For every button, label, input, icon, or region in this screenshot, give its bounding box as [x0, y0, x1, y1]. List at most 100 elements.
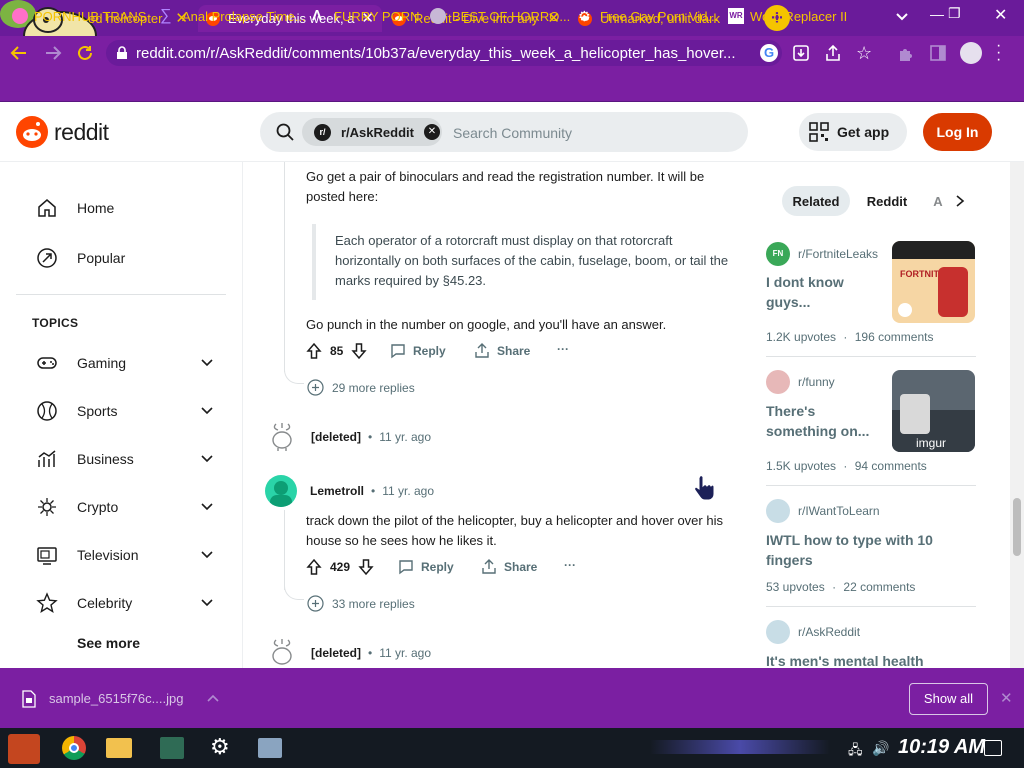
upvote-icon[interactable] [306, 342, 322, 360]
side-panel-icon[interactable] [930, 45, 946, 61]
chevron-down-icon[interactable] [200, 596, 214, 610]
chrome-taskbar-icon[interactable] [62, 736, 86, 760]
related-post-thumbnail[interactable]: imgur [892, 370, 975, 452]
install-icon[interactable] [792, 44, 810, 62]
taskbar-clock[interactable]: 10:19 AM [898, 736, 985, 759]
notification-icon[interactable] [984, 740, 1002, 756]
bookmark-item[interactable]: PORNHUB TRANS [12, 8, 146, 24]
related-post-subreddit[interactable]: r/funny [766, 370, 835, 394]
share-button[interactable]: Share [474, 343, 530, 359]
start-button[interactable] [8, 734, 40, 764]
share-page-icon[interactable] [824, 44, 842, 62]
more-options-button[interactable]: ··· [564, 558, 576, 572]
downvote-icon[interactable] [358, 558, 374, 576]
lock-icon[interactable] [116, 46, 128, 60]
search-input[interactable]: Search Community [453, 125, 572, 141]
pink-swirl-icon [12, 8, 28, 24]
sidebar-item-sports[interactable]: Sports [36, 400, 117, 422]
related-post-thumbnail[interactable]: FORTNITE [892, 241, 975, 323]
network-icon[interactable]: 🖧 [848, 741, 863, 763]
related-divider [766, 606, 976, 607]
reddit-logo[interactable]: reddit [16, 116, 109, 148]
close-download-bar-button[interactable]: ✕ [1000, 689, 1013, 707]
deleted-avatar [268, 420, 296, 452]
download-filename[interactable]: sample_6515f76c....jpg [49, 691, 183, 706]
settings-taskbar-icon[interactable]: ⚙ [210, 734, 230, 760]
bookmark-item[interactable]: ⚙ Free Gay Porn Vid... [578, 8, 718, 24]
sidebar-item-business[interactable]: Business [36, 448, 134, 470]
more-replies-link[interactable]: 33 more replies [307, 595, 415, 612]
upvote-icon[interactable] [306, 558, 322, 576]
related-post-title[interactable]: There's something on... [766, 401, 869, 441]
app-taskbar-icon[interactable] [160, 737, 184, 759]
scrollbar-thumb[interactable] [1013, 498, 1021, 556]
avatar[interactable] [265, 475, 297, 507]
login-button[interactable]: Log In [923, 113, 992, 151]
sidebar-item-crypto[interactable]: Crypto [36, 496, 118, 518]
see-more-link[interactable]: See more [77, 635, 140, 651]
reply-button[interactable]: Reply [390, 343, 446, 359]
bookmark-item[interactable]: BEST OF HORRO... [430, 8, 570, 24]
sidebar-item-celebrity[interactable]: Celebrity [36, 592, 132, 614]
forward-icon[interactable] [44, 44, 62, 62]
tab-search-icon[interactable] [894, 8, 910, 24]
chevron-down-icon[interactable] [200, 356, 214, 370]
bookmark-star-icon[interactable]: ☆ [856, 43, 872, 64]
show-all-button[interactable]: Show all [909, 683, 988, 715]
related-post-subreddit[interactable]: r/AskReddit [766, 620, 860, 644]
downvote-icon[interactable] [351, 342, 367, 360]
profile-avatar-icon[interactable] [960, 42, 982, 64]
tab-related[interactable]: Related [782, 186, 850, 216]
chevron-down-icon[interactable] [200, 404, 214, 418]
thumbnail-caption: imgur [916, 436, 947, 450]
share-button[interactable]: Share [481, 559, 537, 575]
tab-overflow[interactable]: A [928, 186, 948, 216]
volume-icon[interactable]: 🔊 [872, 740, 889, 757]
chevron-down-icon[interactable] [200, 500, 214, 514]
comment-body: Go punch in the number on google, and yo… [306, 317, 667, 332]
minimize-button[interactable]: — [930, 6, 944, 22]
more-options-button[interactable]: ··· [557, 342, 569, 356]
sidebar-item-popular[interactable]: Popular [36, 247, 125, 269]
chevron-right-icon[interactable] [954, 194, 966, 208]
address-bar[interactable]: reddit.com/r/AskReddit/comments/10b37a/e… [106, 40, 782, 66]
related-post-title[interactable]: I dont know guys... [766, 272, 844, 312]
gamepad-icon [37, 357, 57, 369]
bookmark-item[interactable]: Λ FURRY PORN [312, 8, 419, 24]
share-icon [482, 559, 496, 574]
comment-author[interactable]: Lemetroll [310, 484, 364, 498]
vote-controls: 429 [306, 558, 374, 576]
photos-taskbar-icon[interactable] [258, 738, 282, 758]
chevron-up-icon[interactable] [206, 692, 220, 704]
back-icon[interactable] [10, 44, 28, 62]
bookmark-item[interactable]: WR Word Replacer II [728, 8, 847, 24]
menu-kebab-icon[interactable]: · · · [996, 38, 1001, 68]
reload-icon[interactable] [76, 44, 94, 62]
page-scrollbar[interactable] [1010, 162, 1024, 668]
wr-extension-icon: WR [728, 8, 744, 24]
community-chip[interactable]: r/ r/AskReddit ✕ [302, 118, 442, 146]
get-app-button[interactable]: Get app [799, 113, 907, 151]
sidebar-item-gaming[interactable]: Gaming [36, 352, 126, 374]
reply-button[interactable]: Reply [398, 559, 454, 575]
sidebar-item-television[interactable]: Television [36, 544, 138, 566]
close-window-button[interactable]: ✕ [994, 5, 1007, 25]
url-text: reddit.com/r/AskReddit/comments/10b37a/e… [136, 44, 736, 62]
related-post-subreddit[interactable]: r/IWantToLearn [766, 499, 880, 523]
vote-controls: 85 [306, 342, 367, 360]
taskbar-decoration [650, 740, 830, 754]
restore-button[interactable]: ❐ [948, 5, 961, 22]
chevron-down-icon[interactable] [200, 548, 214, 562]
qr-code-icon [809, 122, 829, 142]
tab-reddit[interactable]: Reddit [858, 186, 916, 216]
file-explorer-taskbar-icon[interactable] [106, 738, 132, 758]
related-post-subreddit[interactable]: FN r/FortniteLeaks [766, 242, 878, 266]
related-post-title[interactable]: IWTL how to type with 10 fingers [766, 530, 933, 570]
google-icon[interactable]: G [760, 44, 778, 62]
sidebar-item-home[interactable]: Home [36, 197, 114, 219]
more-replies-link[interactable]: 29 more replies [307, 379, 415, 396]
chevron-down-icon[interactable] [200, 452, 214, 466]
extensions-icon[interactable] [898, 45, 914, 61]
bookmark-item[interactable]: ∑ Anal Prolapse Time... [160, 8, 306, 24]
clear-chip-icon[interactable]: ✕ [423, 124, 440, 140]
